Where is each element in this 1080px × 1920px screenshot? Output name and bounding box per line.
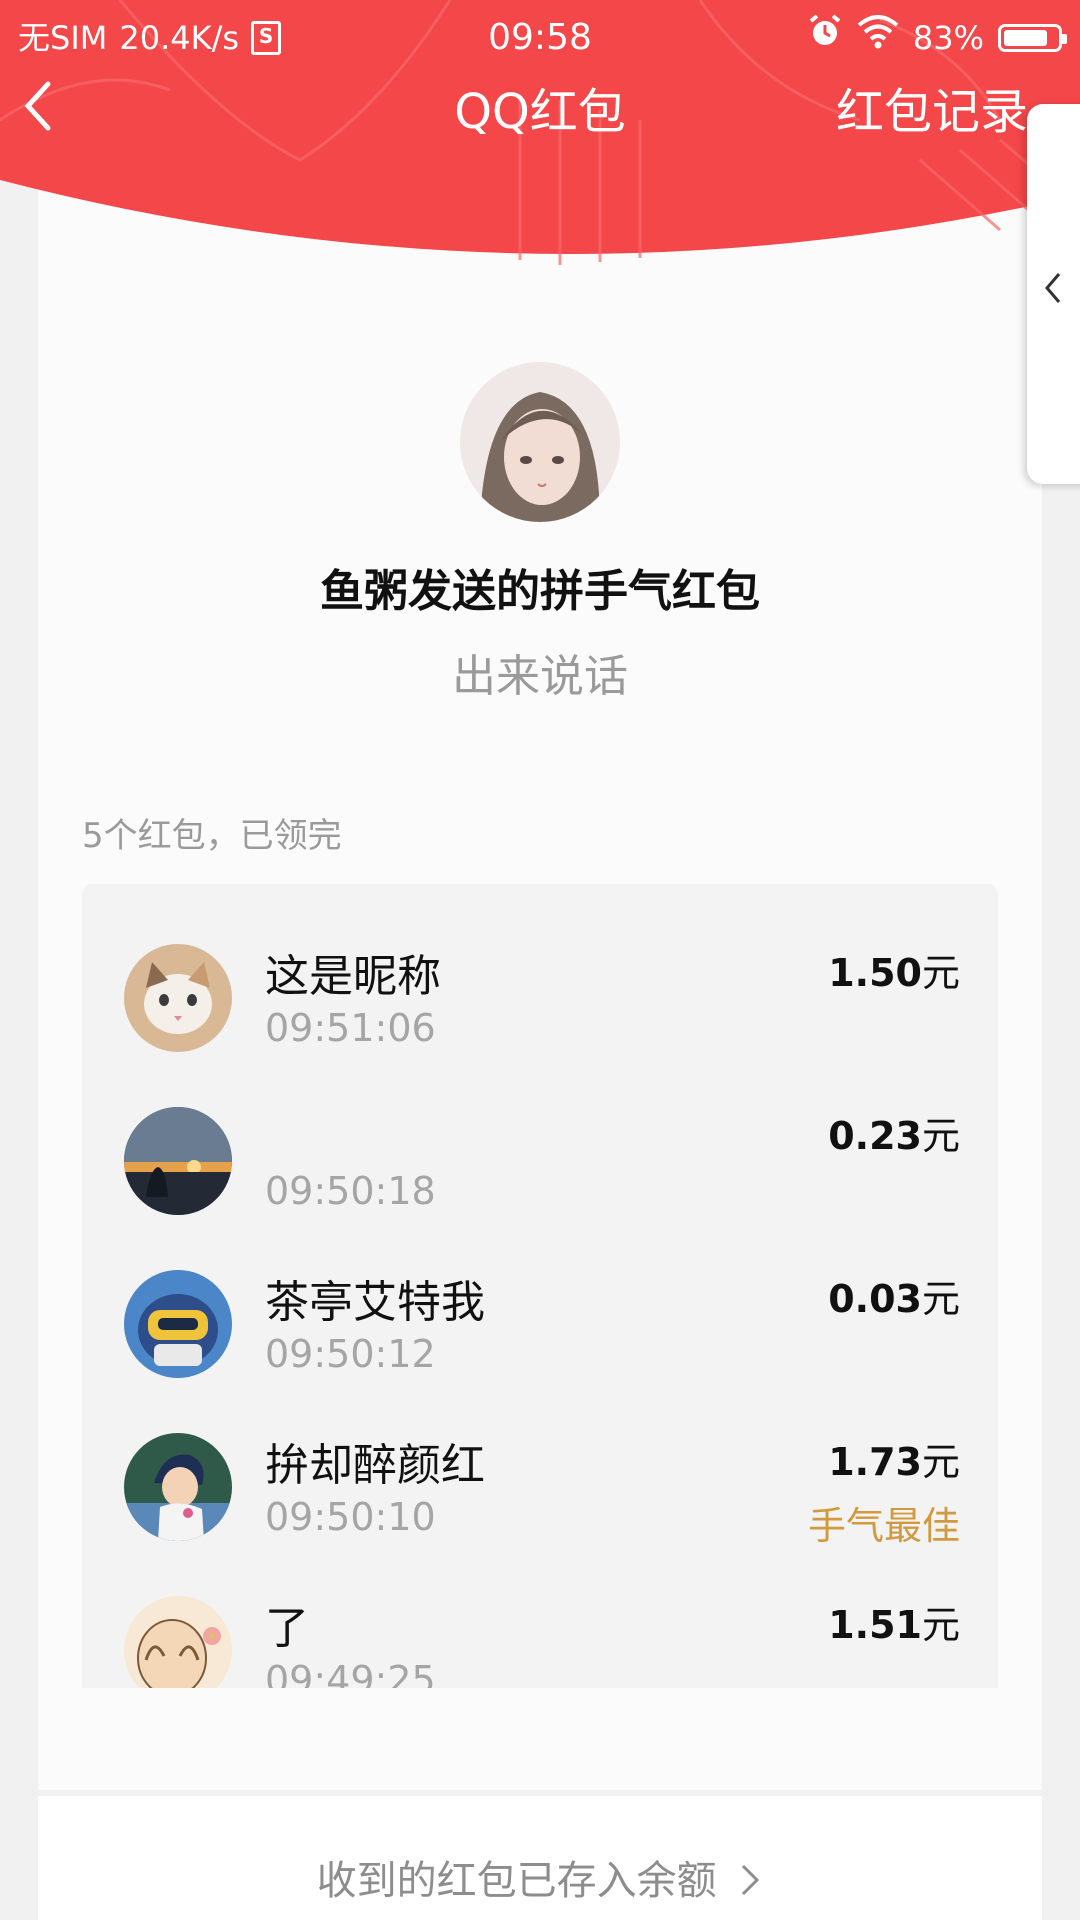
balance-link[interactable]: 收到的红包已存入余额 — [38, 1848, 1042, 1906]
list-item[interactable]: 拚却醉颜红 09:50:10 1.73元 手气最佳 — [82, 1373, 998, 1548]
recipient-time: 09:51:06 — [265, 1006, 436, 1050]
status-bar: 无SIM 20.4K/s S 09:58 83% — [0, 10, 1080, 66]
recipient-name: 茶亭艾特我 — [265, 1277, 485, 1328]
recipient-name: 这是昵称 — [265, 951, 441, 1002]
recipient-list: 这是昵称 09:51:06 1.50元 09:50:18 0.23元 茶亭艾特我… — [82, 884, 998, 1688]
packet-message: 出来说话 — [452, 651, 628, 702]
recipient-time: 09:50:10 — [265, 1495, 436, 1539]
recipient-amount: 0.03元 — [828, 1277, 960, 1321]
alarm-icon — [807, 10, 843, 66]
nav-bar: QQ红包 红包记录 — [0, 66, 1080, 146]
recipient-time: 09:50:18 — [265, 1169, 436, 1213]
recipient-time: 09:49:25 — [265, 1658, 436, 1688]
anime-avatar — [124, 1433, 232, 1541]
sunset-avatar — [124, 1107, 232, 1215]
list-item[interactable]: 09:50:18 0.23元 — [82, 1047, 998, 1215]
robot-avatar — [124, 1270, 232, 1378]
battery-percent: 83% — [912, 19, 984, 57]
list-item[interactable]: 茶亭艾特我 09:50:12 0.03元 — [82, 1210, 998, 1378]
recipient-amount: 1.50元 — [828, 951, 960, 995]
records-link[interactable]: 红包记录 — [836, 72, 1028, 142]
wifi-icon — [857, 10, 899, 66]
packet-summary: 5个红包，已领完 — [82, 816, 342, 856]
list-item[interactable]: 了 09:49:25 1.51元 — [82, 1536, 998, 1688]
recipient-time: 09:50:12 — [265, 1332, 436, 1376]
recipient-amount: 0.23元 — [828, 1114, 960, 1158]
chevron-left-icon — [1045, 273, 1061, 303]
footer: 收到的红包已存入余额 — [38, 1796, 1042, 1920]
chevron-right-icon — [742, 1864, 760, 1896]
recipient-amount: 1.73元 — [828, 1440, 960, 1484]
recipient-name: 拚却醉颜红 — [265, 1440, 485, 1491]
sender-title: 鱼粥发送的拼手气红包 — [320, 566, 760, 617]
cat-avatar — [124, 944, 232, 1052]
sender-avatar[interactable] — [460, 362, 620, 522]
recipient-amount: 1.51元 — [828, 1603, 960, 1647]
side-drawer-handle[interactable] — [1027, 104, 1080, 484]
balance-link-label: 收到的红包已存入余额 — [316, 1858, 717, 1904]
battery-icon — [998, 24, 1067, 52]
recipient-name: 了 — [265, 1603, 309, 1654]
facepalm-avatar — [124, 1596, 232, 1688]
list-item[interactable]: 这是昵称 09:51:06 1.50元 — [82, 884, 998, 1052]
